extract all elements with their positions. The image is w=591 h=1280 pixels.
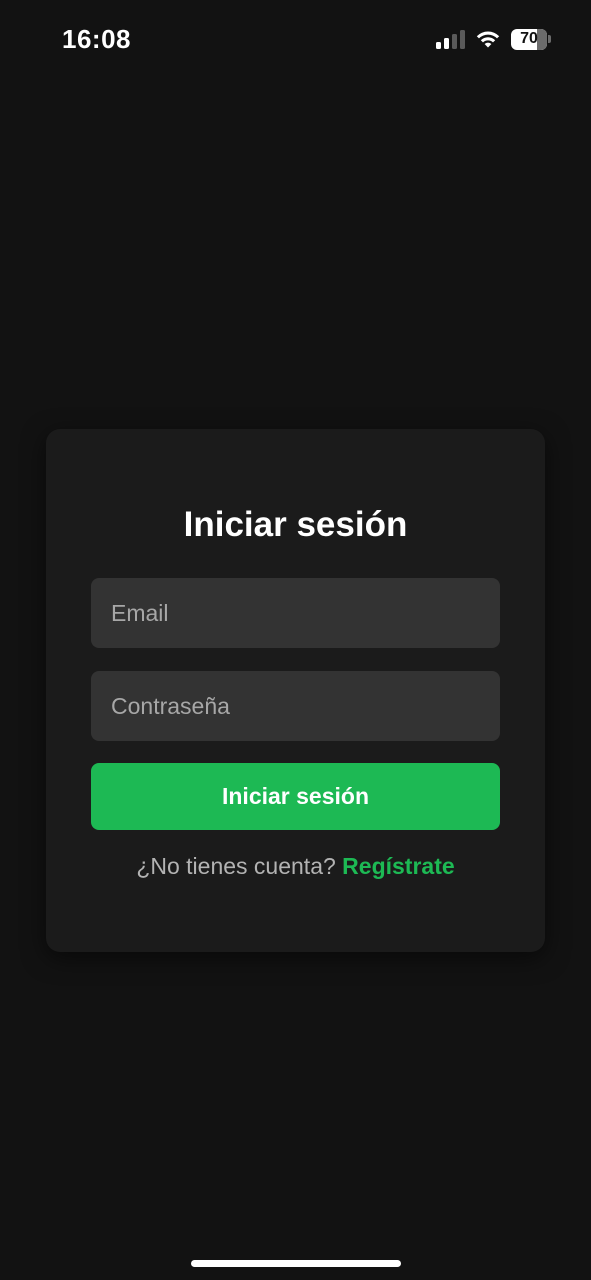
battery-icon: 70 <box>511 28 551 50</box>
signup-prompt: ¿No tienes cuenta? <box>136 853 336 879</box>
password-field[interactable] <box>91 671 500 741</box>
signup-link[interactable]: Regístrate <box>342 853 454 879</box>
wifi-icon <box>475 29 501 49</box>
status-icons: 70 <box>436 27 551 51</box>
status-bar: 16:08 70 <box>0 0 591 80</box>
login-screen: 16:08 70 Iniciar sesión Email Iniciar se… <box>0 0 591 1280</box>
email-field[interactable] <box>91 578 500 648</box>
home-indicator[interactable] <box>191 1260 401 1267</box>
login-button[interactable]: Iniciar sesión <box>91 763 500 830</box>
signup-prompt-line: ¿No tienes cuenta? Regístrate <box>0 853 591 880</box>
cellular-signal-icon <box>436 29 465 49</box>
status-time: 16:08 <box>62 24 131 54</box>
login-title: Iniciar sesión <box>183 505 408 544</box>
battery-level: 70 <box>520 30 538 47</box>
